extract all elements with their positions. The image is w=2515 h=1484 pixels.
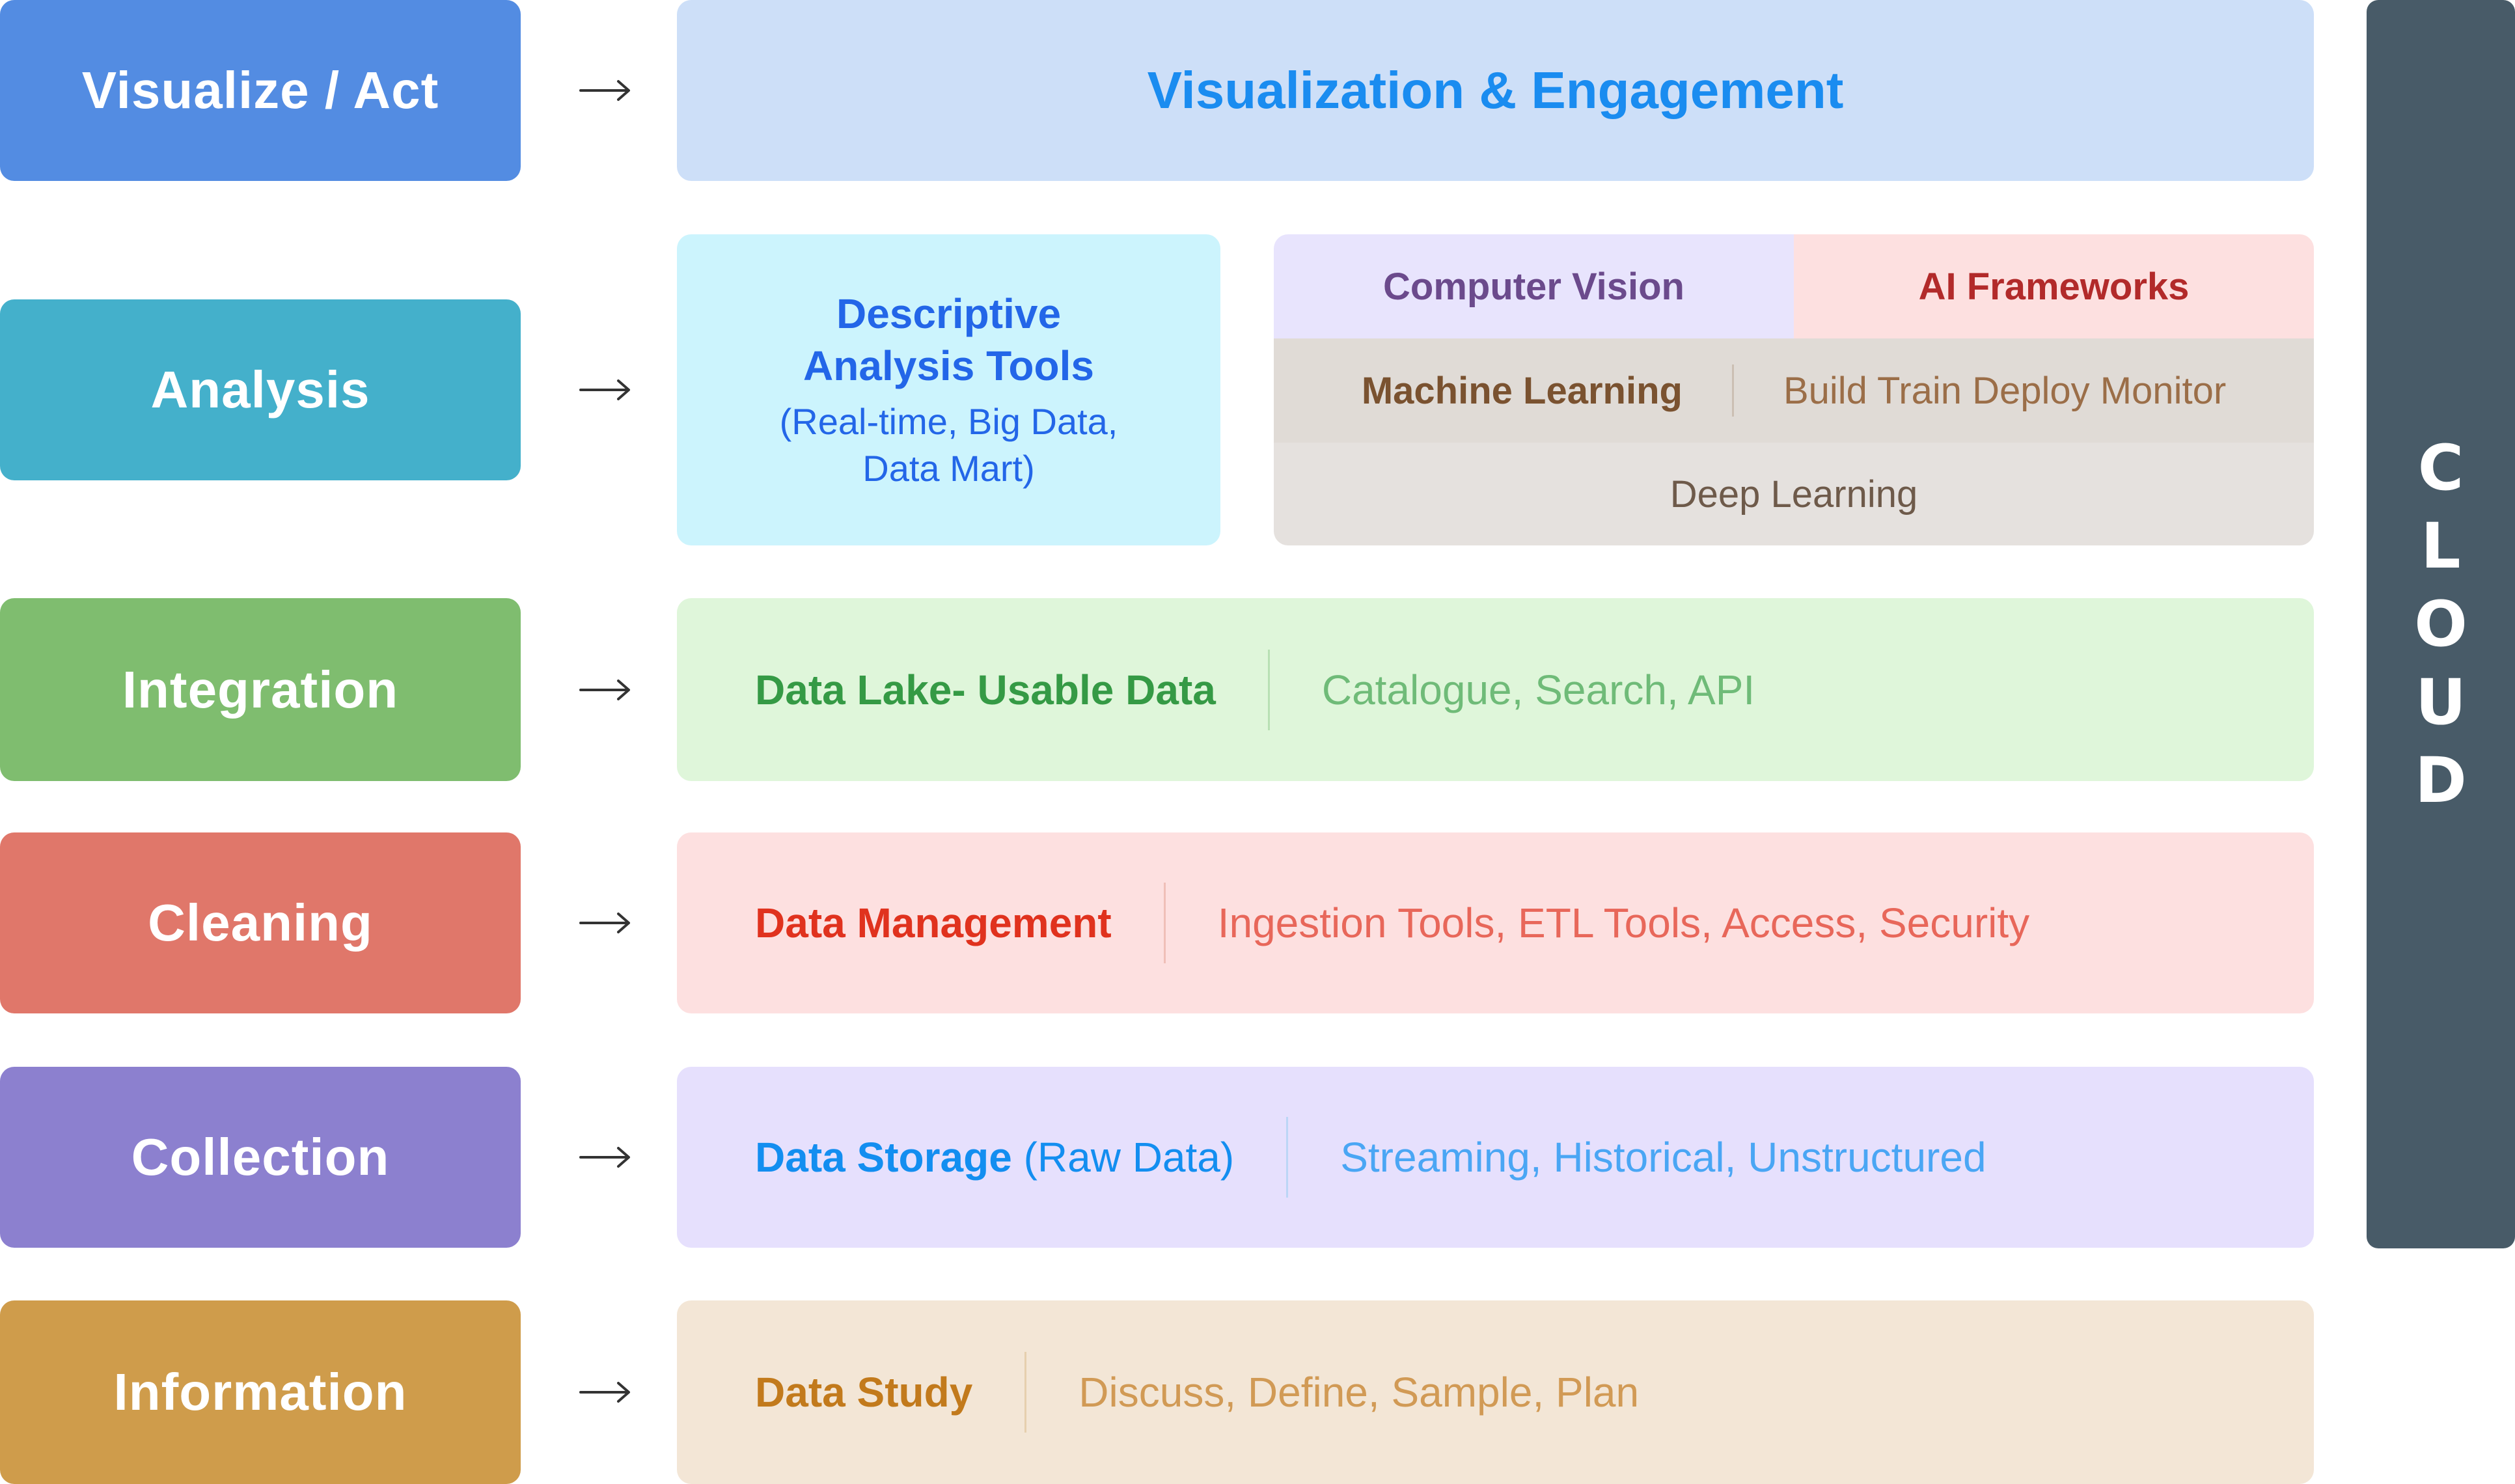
descriptive-sub-line1: (Real-time, Big Data, — [779, 401, 1118, 442]
right-arrow-icon — [573, 0, 638, 181]
deep-learning-row: Deep Learning — [1274, 443, 2314, 545]
collection-secondary: Streaming, Historical, Unstructured — [1340, 1134, 1986, 1181]
integration-box: Data Lake- Usable Data Catalogue, Search… — [677, 598, 2314, 781]
divider — [1731, 364, 1734, 417]
visualization-title: Visualization & Engagement — [1147, 61, 1844, 119]
integration-primary: Data Lake- Usable Data — [755, 666, 1216, 713]
descriptive-sub-line2: Data Mart) — [862, 448, 1035, 489]
stage-label: Cleaning — [148, 894, 373, 952]
right-arrow-icon — [573, 299, 638, 480]
divider — [1163, 883, 1166, 963]
stage-collection: Collection — [0, 1067, 521, 1248]
cleaning-primary: Data Management — [755, 900, 1112, 946]
stage-information: Information — [0, 1300, 521, 1484]
cleaning-box: Data Management Ingestion Tools, ETL Too… — [677, 832, 2314, 1013]
collection-primary-bold: Data Storage — [755, 1134, 1012, 1181]
stage-cleaning: Cleaning — [0, 832, 521, 1013]
right-arrow-icon — [573, 1067, 638, 1248]
computer-vision-label: Computer Vision — [1383, 265, 1684, 308]
ai-block: Computer Vision AI Frameworks Machine Le… — [1274, 234, 2314, 545]
machine-learning-row: Machine Learning Build Train Deploy Moni… — [1274, 338, 2314, 443]
divider — [1024, 1352, 1027, 1433]
stage-analysis: Analysis — [0, 299, 521, 480]
right-arrow-icon — [573, 832, 638, 1013]
stage-label: Analysis — [150, 361, 370, 419]
collection-primary: Data Storage (Raw Data) — [755, 1133, 1234, 1181]
ai-frameworks-label: AI Frameworks — [1918, 265, 2190, 308]
stage-label: Information — [113, 1363, 407, 1421]
visualization-box: Visualization & Engagement — [677, 0, 2314, 181]
collection-box: Data Storage (Raw Data) Streaming, Histo… — [677, 1067, 2314, 1248]
information-primary: Data Study — [755, 1369, 973, 1416]
information-box: Data Study Discuss, Define, Sample, Plan — [677, 1300, 2314, 1484]
stage-label: Visualize / Act — [81, 61, 439, 119]
ai-frameworks-cell: AI Frameworks — [1794, 234, 2314, 338]
divider — [1267, 649, 1270, 730]
cloud-letter: L — [2421, 510, 2461, 583]
cloud-column: C L O U D — [2367, 0, 2515, 1248]
stage-integration: Integration — [0, 598, 521, 781]
deep-learning-label: Deep Learning — [1670, 473, 1918, 515]
stage-visualize-act: Visualize / Act — [0, 0, 521, 181]
machine-learning-label: Machine Learning — [1361, 369, 1683, 412]
right-arrow-icon — [573, 1300, 638, 1484]
computer-vision-cell: Computer Vision — [1274, 234, 1794, 338]
descriptive-title-line2: Analysis Tools — [803, 342, 1094, 389]
descriptive-title-line1: Descriptive — [836, 290, 1062, 337]
integration-secondary: Catalogue, Search, API — [1321, 666, 1755, 713]
right-arrow-icon — [573, 598, 638, 781]
descriptive-analysis-box: Descriptive Analysis Tools (Real-time, B… — [677, 234, 1220, 545]
cloud-letter: D — [2415, 744, 2467, 817]
cloud-letter: C — [2417, 432, 2464, 504]
cloud-letter: U — [2415, 666, 2466, 739]
cloud-letter: O — [2414, 588, 2467, 661]
stage-label: Integration — [122, 660, 399, 719]
ml-steps-label: Build Train Deploy Monitor — [1783, 369, 2227, 412]
information-secondary: Discuss, Define, Sample, Plan — [1079, 1369, 1640, 1416]
cleaning-secondary: Ingestion Tools, ETL Tools, Access, Secu… — [1217, 900, 2030, 946]
divider — [1286, 1117, 1289, 1198]
stage-label: Collection — [131, 1128, 390, 1186]
collection-primary-muted: (Raw Data) — [1011, 1134, 1235, 1181]
